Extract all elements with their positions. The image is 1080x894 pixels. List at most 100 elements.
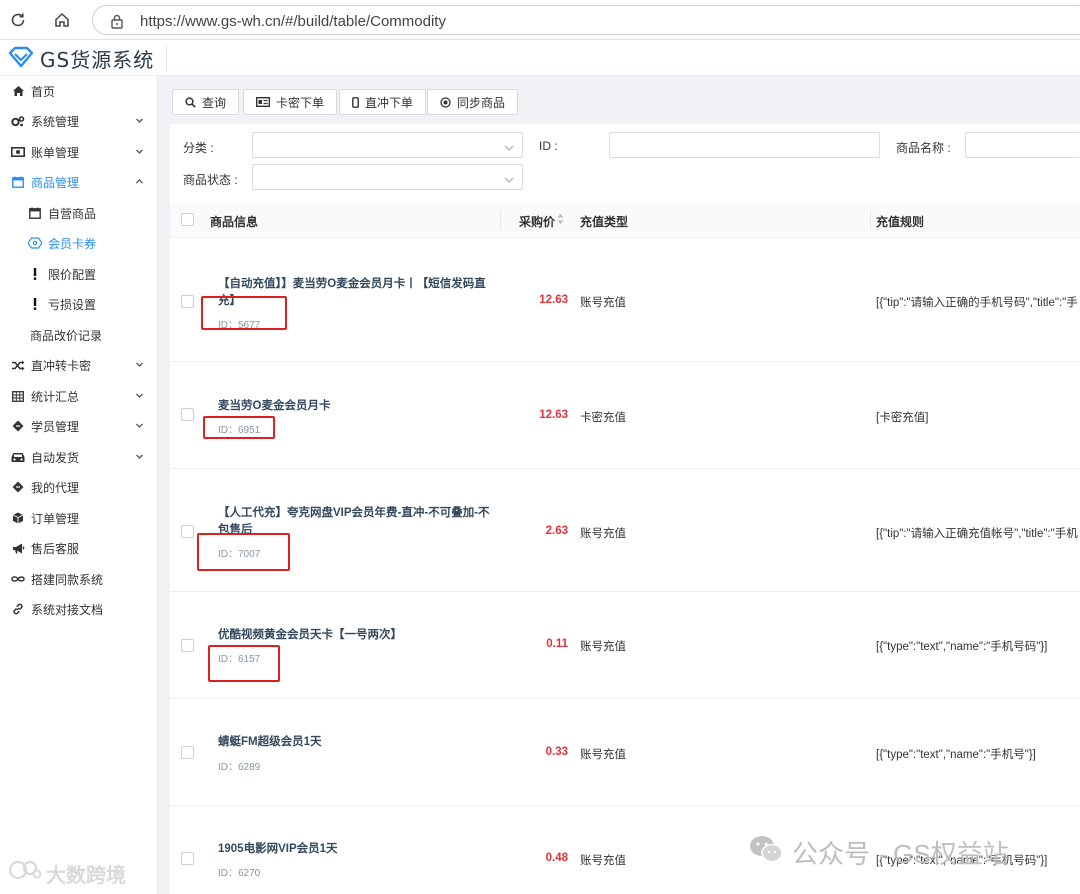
product-id: ID：6270 (218, 868, 261, 879)
product-name-input[interactable] (965, 132, 1080, 158)
chevron-down-icon (504, 141, 514, 155)
product-status-select[interactable] (252, 164, 523, 190)
recharge-rule: [卡密充值] (876, 412, 929, 424)
row-checkbox[interactable] (181, 746, 194, 759)
ticket-icon (11, 481, 25, 493)
chevron-up-icon (135, 175, 144, 189)
direct-order-label: 直冲下单 (365, 95, 414, 110)
diamond-logo-icon (8, 46, 34, 71)
row-checkbox[interactable] (181, 852, 194, 865)
address-bar[interactable]: https://www.gs-wh.cn/#/build/table/Commo… (92, 5, 1080, 35)
purchase-price: 2.63 (545, 525, 568, 537)
sidebar-item-label: 订单管理 (31, 511, 80, 526)
cube-icon (11, 512, 25, 524)
purchase-price: 0.48 (545, 852, 568, 864)
url-text: https://www.gs-wh.cn/#/build/table/Commo… (140, 13, 446, 30)
product-name[interactable]: 1905电影网VIP会员1天 (218, 841, 508, 858)
row-checkbox[interactable] (181, 525, 194, 538)
network-icon (28, 237, 42, 249)
sidebar-item-build-same-system[interactable]: 搭建同款系统 (0, 564, 158, 594)
sidebar-item-label: 搭建同款系统 (31, 572, 104, 587)
app-header: GS货源系统 (0, 40, 1080, 76)
row-checkbox[interactable] (181, 639, 194, 652)
browser-toolbar: https://www.gs-wh.cn/#/build/table/Commo… (0, 0, 1080, 40)
sidebar-item-auto-ship[interactable]: 自动发货 (0, 442, 158, 472)
table-header: 商品信息 采购价 充值类型 充值规则 (170, 202, 1080, 238)
category-label: 分类 : (183, 141, 214, 155)
link-icon (11, 603, 25, 615)
column-purchase-price[interactable]: 采购价 (519, 213, 555, 230)
table-row[interactable]: 麦当劳O麦金会员月卡 ID：6951 12.63 卡密充值 [卡密充值] (170, 362, 1080, 469)
row-checkbox[interactable] (181, 295, 194, 308)
product-name[interactable]: 麦当劳O麦金会员月卡 (218, 398, 508, 415)
query-button[interactable]: 查询 (172, 89, 240, 115)
sidebar-item-label: 亏损设置 (48, 297, 97, 312)
chevron-down-icon (135, 419, 144, 433)
row-checkbox[interactable] (181, 408, 194, 421)
watermark-left: 大数跨境 (8, 858, 126, 888)
reload-icon[interactable] (6, 8, 30, 32)
highlight-box (208, 645, 280, 682)
product-name-line: 1905电影网VIP会员1天 (218, 843, 338, 855)
id-input[interactable] (609, 132, 880, 158)
sidebar-item-label: 我的代理 (31, 480, 80, 495)
product-name-line: 优酷视频黄金会员天卡【一号两次】 (218, 629, 402, 641)
sidebar-item-price-limit[interactable]: 限价配置 (0, 259, 158, 289)
select-all-checkbox[interactable] (181, 213, 194, 226)
column-divider (870, 210, 871, 230)
logo[interactable]: GS货源系统 (8, 43, 154, 73)
column-recharge-rule: 充值规则 (876, 215, 925, 229)
car-icon (11, 452, 25, 463)
header-divider (166, 46, 167, 72)
table-row[interactable]: 【自动充值】】麦当劳O麦金会员月卡丨【短信发码直 充】 ID：5677 12.63… (170, 238, 1080, 362)
table-row[interactable]: 【人工代充】夸克网盘VIP会员年费-直冲-不可叠加-不 包售后 ID：7007 2… (170, 469, 1080, 592)
sidebar-item-api-docs[interactable]: 系统对接文档 (0, 594, 158, 624)
table-row[interactable]: 优酷视频黄金会员天卡【一号两次】 ID：6157 0.11 账号充值 [{"ty… (170, 592, 1080, 699)
sidebar-item-loss-settings[interactable]: 亏损设置 (0, 289, 158, 319)
category-select[interactable] (252, 132, 523, 158)
sidebar-item-my-agents[interactable]: 我的代理 (0, 472, 158, 502)
sidebar-item-direct-to-card[interactable]: 直冲转卡密 (0, 350, 158, 380)
sidebar-item-price-change-log[interactable]: 商品改价记录 (0, 320, 158, 350)
bubble-logo-icon (8, 858, 42, 888)
recharge-type: 账号充值 (580, 855, 626, 867)
sidebar-item-self-products[interactable]: 自营商品 (0, 198, 158, 228)
chevron-down-icon (135, 450, 144, 464)
search-icon (185, 96, 196, 108)
sidebar-item-home[interactable]: 首页 (0, 76, 158, 106)
lock-icon (110, 13, 124, 32)
infinity-icon (11, 575, 25, 583)
recharge-type: 账号充值 (580, 641, 626, 653)
home-icon[interactable] (50, 8, 74, 32)
product-name[interactable]: 蜻蜓FM超级会员1天 (218, 734, 508, 751)
recharge-rule: [{"type":"text","name":"手机号"}] (876, 749, 1036, 761)
sidebar-item-label: 限价配置 (48, 267, 97, 282)
sidebar-item-after-sales[interactable]: 售后客服 (0, 533, 158, 563)
watermark-left-text: 大数跨境 (46, 864, 126, 887)
sync-products-button[interactable]: 同步商品 (427, 89, 519, 115)
sidebar-item-students[interactable]: 学员管理 (0, 411, 158, 441)
recharge-type: 账号充值 (580, 297, 626, 309)
sidebar-item-statistics[interactable]: 统计汇总 (0, 381, 158, 411)
query-label: 查询 (202, 95, 227, 110)
sidebar-item-label: 售后客服 (31, 541, 80, 556)
main-content: 查询 卡密下单 直冲下单 同步商品 分类 : ID : 商品名称 : 商品状态 … (158, 76, 1080, 894)
sidebar-item-orders[interactable]: 订单管理 (0, 503, 158, 533)
product-name[interactable]: 优酷视频黄金会员天卡【一号两次】 (218, 627, 508, 644)
sidebar-item-member-cards[interactable]: 会员卡券 (0, 228, 158, 258)
sidebar-item-bills[interactable]: 账单管理 (0, 137, 158, 167)
chevron-down-icon (135, 145, 144, 159)
direct-order-button[interactable]: 直冲下单 (339, 89, 427, 115)
purchase-price: 0.11 (546, 638, 568, 650)
product-name-line: 【自动充值】】麦当劳O麦金会员月卡丨【短信发码直 (218, 278, 486, 290)
recharge-rule: [{"type":"text","name":"手机号码"}] (876, 641, 1048, 653)
purchase-price: 12.63 (539, 409, 568, 421)
chevron-down-icon (135, 358, 144, 372)
sync-label: 同步商品 (457, 95, 506, 110)
sidebar-item-system[interactable]: 系统管理 (0, 106, 158, 136)
card-order-button[interactable]: 卡密下单 (243, 89, 338, 115)
sidebar-item-products[interactable]: 商品管理 (0, 167, 158, 197)
table-row[interactable]: 蜻蜓FM超级会员1天 ID：6289 0.33 账号充值 [{"type":"t… (170, 699, 1080, 806)
sort-icon[interactable] (557, 213, 564, 228)
card-order-label: 卡密下单 (276, 95, 325, 110)
